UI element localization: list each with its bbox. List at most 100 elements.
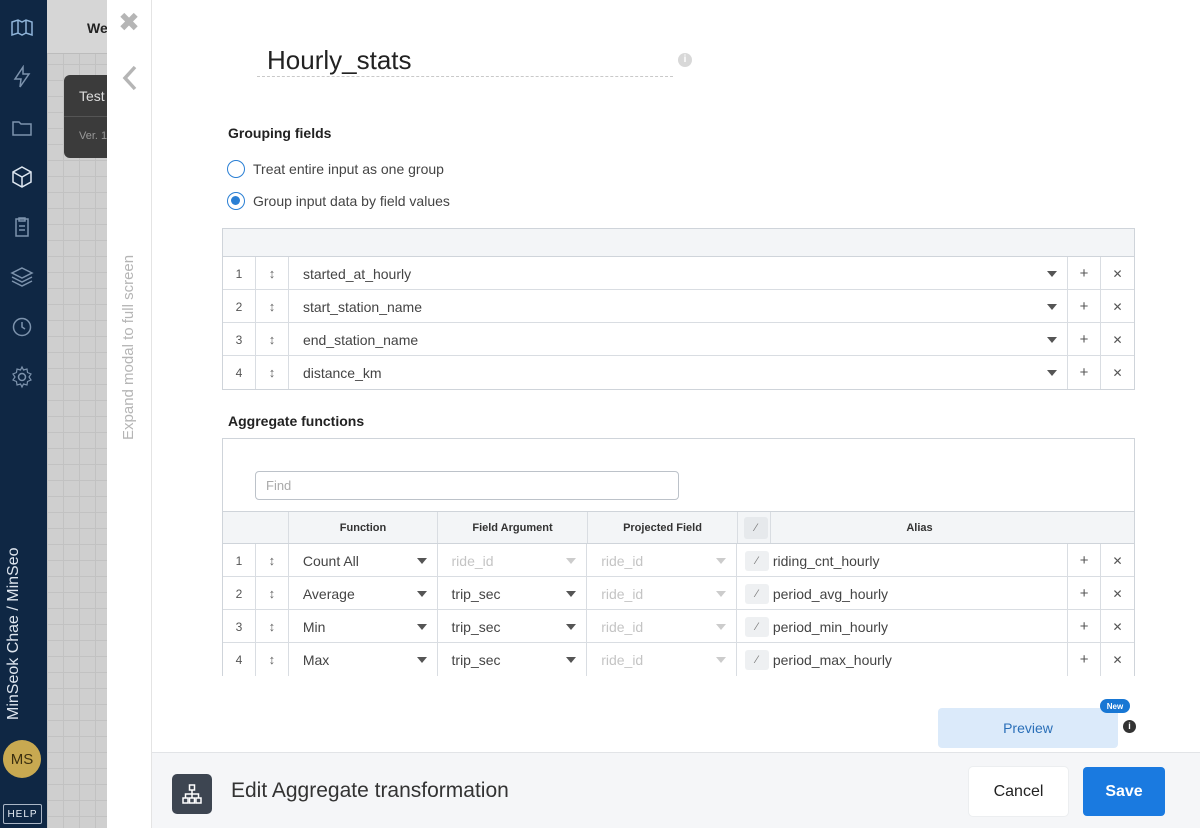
field-select[interactable]: distance_km: [289, 356, 1069, 389]
add-row-button[interactable]: +: [1068, 356, 1102, 389]
gear-icon[interactable]: [8, 363, 36, 391]
aggregate-table: Find Function Field Argument Projected F…: [222, 438, 1135, 676]
chevron-down-icon: [715, 657, 726, 663]
expand-modal-button[interactable]: Expand modal to full screen: [120, 255, 137, 440]
title-field[interactable]: Hourly_stats: [257, 42, 673, 77]
drag-handle-icon[interactable]: ↕: [256, 257, 289, 290]
alias-input[interactable]: ⁄ period_avg_hourly: [737, 577, 1069, 610]
alias-input[interactable]: ⁄ period_min_hourly: [737, 610, 1069, 643]
function-select[interactable]: Average: [289, 577, 438, 610]
wand-icon[interactable]: ⁄: [744, 584, 769, 604]
function-value: Min: [302, 618, 326, 635]
background-card-divider: [64, 116, 107, 117]
row-number: 1: [223, 257, 256, 290]
add-row-button[interactable]: +: [1068, 290, 1102, 323]
save-button[interactable]: Save: [1083, 767, 1165, 816]
remove-row-button[interactable]: ✕: [1101, 356, 1134, 389]
folder-icon[interactable]: [8, 114, 36, 142]
projected-value: ride_id: [601, 585, 644, 602]
row-number: 2: [223, 290, 256, 323]
remove-row-button[interactable]: ✕: [1101, 544, 1134, 577]
chevron-down-icon: [566, 558, 577, 564]
chevron-down-icon: [1047, 337, 1058, 343]
clipboard-icon[interactable]: [8, 213, 36, 241]
logo-icon[interactable]: [8, 14, 36, 42]
radio-treat-one-group[interactable]: Treat entire input as one group: [227, 160, 444, 178]
help-button[interactable]: HELP: [3, 804, 42, 824]
field-select[interactable]: end_station_name: [289, 323, 1069, 356]
function-select[interactable]: Count All: [289, 544, 438, 577]
chevron-down-icon: [1047, 271, 1058, 277]
info-icon[interactable]: i: [678, 53, 692, 67]
add-row-button[interactable]: +: [1068, 577, 1102, 610]
remove-row-button[interactable]: ✕: [1101, 290, 1134, 323]
drag-handle-icon[interactable]: ↕: [256, 544, 289, 577]
projected-select: ride_id: [587, 544, 737, 577]
info-icon[interactable]: i: [1123, 720, 1136, 733]
remove-row-button[interactable]: ✕: [1101, 643, 1134, 676]
grouping-table-header: [223, 229, 1134, 257]
chevron-down-icon: [715, 624, 726, 630]
layers-icon[interactable]: [8, 263, 36, 291]
new-badge: New: [1100, 699, 1130, 713]
alias-input[interactable]: ⁄ period_max_hourly: [737, 643, 1069, 676]
find-input[interactable]: Find: [255, 471, 679, 500]
function-select[interactable]: Min: [289, 610, 438, 643]
function-value: Average: [302, 585, 355, 602]
field-value: start_station_name: [302, 298, 423, 315]
argument-select: ride_id: [438, 544, 588, 577]
transformation-title[interactable]: Hourly_stats: [267, 45, 412, 76]
radio-button-selected[interactable]: [227, 192, 245, 210]
argument-value: trip_sec: [451, 585, 501, 602]
table-row: 2 ↕ Average trip_sec ride_id ⁄ period_avg…: [223, 577, 1134, 610]
argument-select[interactable]: trip_sec: [438, 577, 588, 610]
row-number: 3: [223, 323, 256, 356]
user-name: MinSeok Chae / MinSeo: [5, 547, 22, 720]
projected-select: ride_id: [587, 577, 737, 610]
projected-value: ride_id: [601, 552, 644, 569]
chevron-left-icon[interactable]: [120, 64, 140, 92]
add-row-button[interactable]: +: [1068, 610, 1102, 643]
function-select[interactable]: Max: [289, 643, 438, 676]
preview-button[interactable]: Preview: [938, 708, 1118, 748]
argument-select[interactable]: trip_sec: [438, 610, 588, 643]
remove-row-button[interactable]: ✕: [1101, 257, 1134, 290]
argument-select[interactable]: trip_sec: [438, 643, 588, 676]
alias-input[interactable]: ⁄ riding_cnt_hourly: [737, 544, 1069, 577]
add-row-button[interactable]: +: [1068, 323, 1102, 356]
drag-handle-icon[interactable]: ↕: [256, 577, 289, 610]
close-icon[interactable]: ✖: [117, 9, 141, 35]
radio-button[interactable]: [227, 160, 245, 178]
function-value: Max: [302, 651, 330, 668]
avatar[interactable]: MS: [3, 740, 41, 778]
radio-group-by-fields[interactable]: Group input data by field values: [227, 192, 450, 210]
wand-icon[interactable]: ⁄: [744, 650, 769, 670]
wand-icon[interactable]: ⁄: [744, 551, 769, 571]
remove-row-button[interactable]: ✕: [1101, 577, 1134, 610]
add-row-button[interactable]: +: [1068, 257, 1102, 290]
cube-icon[interactable]: [8, 163, 36, 191]
remove-row-button[interactable]: ✕: [1101, 610, 1134, 643]
background-card-version: Ver. 1: [79, 130, 108, 142]
drag-handle-icon[interactable]: ↕: [256, 290, 289, 323]
cancel-button[interactable]: Cancel: [969, 767, 1068, 816]
add-row-button[interactable]: +: [1068, 643, 1102, 676]
bolt-icon[interactable]: [8, 63, 36, 91]
add-row-button[interactable]: +: [1068, 544, 1102, 577]
field-select[interactable]: start_station_name: [289, 290, 1069, 323]
wand-header-button[interactable]: ⁄: [738, 512, 771, 543]
remove-row-button[interactable]: ✕: [1101, 323, 1134, 356]
drag-handle-icon[interactable]: ↕: [256, 356, 289, 389]
drag-handle-icon[interactable]: ↕: [256, 610, 289, 643]
projected-select: ride_id: [587, 610, 737, 643]
drag-handle-icon[interactable]: ↕: [256, 643, 289, 676]
table-row: 1 ↕ started_at_hourly + ✕: [223, 257, 1134, 290]
table-row: 4 ↕ Max trip_sec ride_id ⁄ period_max_hou…: [223, 643, 1134, 676]
wand-icon[interactable]: ⁄: [744, 617, 769, 637]
field-value: distance_km: [302, 364, 382, 381]
field-select[interactable]: started_at_hourly: [289, 257, 1069, 290]
radio-label: Treat entire input as one group: [253, 161, 444, 177]
drag-handle-icon[interactable]: ↕: [256, 323, 289, 356]
chevron-down-icon: [416, 558, 427, 564]
history-icon[interactable]: [8, 313, 36, 341]
